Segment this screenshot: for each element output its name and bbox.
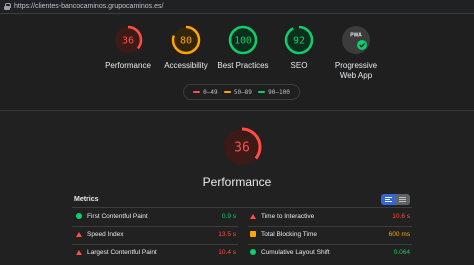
metric-tbt[interactable]: Total Blocking Time 600 ms (250, 228, 410, 240)
circle-icon (76, 213, 82, 219)
metric-value: 10.6 s (392, 212, 410, 220)
circle-icon (250, 249, 256, 255)
triangle-icon (76, 249, 82, 255)
gauge-score: 36 (122, 36, 134, 47)
metric-value: 600 ms (388, 230, 410, 238)
gauge-ring-performance: 36 (113, 25, 143, 55)
metric-speed-index[interactable]: Speed Index 13.5 s (76, 228, 236, 240)
score-legend: 0–49 50–89 90–100 (183, 84, 300, 100)
list-view-icon[interactable] (381, 194, 396, 205)
metric-name: Time to Interactive (261, 212, 315, 220)
gauge-label: Performance (105, 61, 151, 70)
metric-name: Speed Index (87, 230, 124, 238)
legend-pass-marker (258, 91, 266, 93)
gauge-score: 92 (293, 36, 305, 47)
gauge-ring-accessibility: 80 (171, 25, 201, 55)
legend-fail-label: 0–49 (203, 88, 218, 96)
legend-pass-label: 90–100 (268, 88, 290, 96)
gauge-best-practices[interactable]: 100 Best Practices (213, 24, 273, 71)
metric-name: First Contentful Paint (87, 212, 148, 220)
square-icon (250, 231, 256, 237)
row-rule (72, 226, 238, 227)
gauge-label: Best Practices (217, 61, 269, 70)
gauge-label: Accessibility (164, 61, 208, 70)
performance-big-score: 36 (234, 141, 250, 156)
metric-name: Largest Contentful Paint (87, 248, 157, 256)
detail-view-icon[interactable] (396, 194, 410, 205)
legend-fail-marker (193, 91, 201, 93)
metric-fcp[interactable]: First Contentful Paint 0.9 s (76, 210, 236, 222)
performance-big-gauge: 36 (222, 127, 262, 167)
metric-value: 0.9 s (221, 212, 236, 220)
metric-value: 0.064 (393, 248, 410, 256)
legend-pass: 90–100 (258, 89, 290, 96)
gauge-label: SEO (290, 61, 308, 70)
triangle-icon (250, 213, 256, 219)
triangle-icon (76, 231, 82, 237)
legend-average-marker (223, 91, 231, 93)
view-toggle[interactable] (381, 194, 410, 205)
metric-cls[interactable]: Cumulative Layout Shift 0.064 (250, 246, 410, 258)
url-text[interactable]: https://clientes-bancocaminos.grupocamin… (14, 3, 163, 10)
metric-lcp[interactable]: Largest Contentful Paint 10.4 s (76, 246, 236, 258)
metric-name: Cumulative Layout Shift (261, 248, 330, 256)
gauge-seo[interactable]: 92 SEO (269, 24, 329, 71)
row-rule (248, 226, 412, 227)
lock-icon (4, 3, 11, 10)
metric-value: 13.5 s (218, 230, 236, 238)
performance-title: Performance (202, 175, 272, 189)
gauge-pwa[interactable]: PWA Progressive Web App (326, 24, 386, 81)
gauge-label-line1: Progressive (334, 61, 378, 70)
gauge-score: 80 (180, 36, 192, 47)
gauge-score: 100 (234, 36, 251, 47)
pwa-badge-text: PWA (350, 33, 362, 39)
address-bar[interactable]: https://clientes-bancocaminos.grupocamin… (0, 0, 474, 14)
gauge-performance[interactable]: 36 Performance (98, 24, 158, 71)
score-gauges: 36 Performance 80 Accessibility 100 Best… (0, 24, 474, 84)
gauge-ring-best-practices: 100 (228, 25, 258, 55)
legend-average: 50–89 (223, 88, 252, 96)
pwa-badge-icon: PWA (342, 26, 370, 54)
metrics-top-rule (72, 207, 412, 208)
gauge-accessibility[interactable]: 80 Accessibility (156, 24, 216, 71)
row-rule (248, 244, 412, 245)
legend-fail: 0–49 (193, 88, 218, 96)
gauge-label-line2: Web App (339, 71, 373, 80)
legend-average-label: 50–89 (233, 88, 252, 96)
metric-name: Total Blocking Time (261, 230, 317, 238)
metric-value: 10.4 s (218, 248, 236, 256)
gauge-ring-seo: 92 (284, 25, 314, 55)
metrics-heading: Metrics (74, 196, 99, 203)
row-rule (72, 244, 238, 245)
gauge-label: Progressive Web App (326, 61, 386, 81)
metric-tti[interactable]: Time to Interactive 10.6 s (250, 210, 410, 222)
